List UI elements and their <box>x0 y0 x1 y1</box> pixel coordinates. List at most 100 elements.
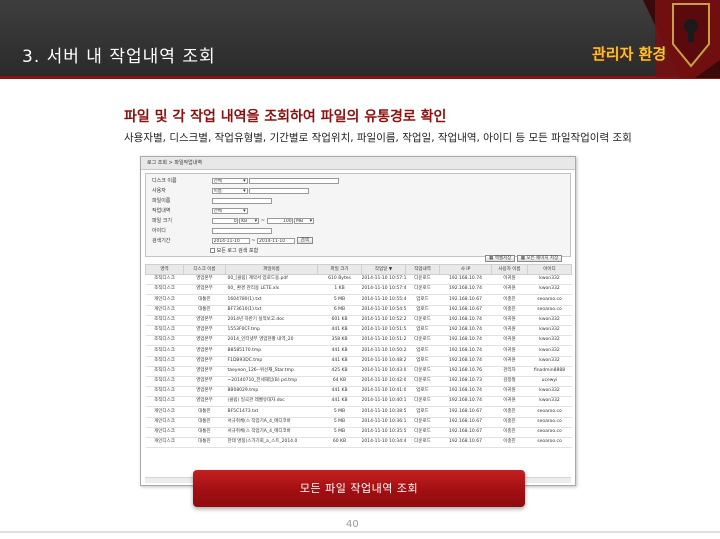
table-row[interactable]: 조직디스크 영업본부 2014_인터넷부 영업현황 내역_20 358 KB 2014-… <box>145 335 572 347</box>
col-header[interactable]: 작업일 ▼ <box>361 264 406 275</box>
table-row[interactable]: 개인디스크 대통진 BF73610(1).txt 6 MB 2014-11-10 10:… <box>145 305 572 316</box>
size-from-input[interactable]: 0 <box>211 217 238 224</box>
table-row[interactable]: 개인디스크 대통진 1604780(1).txt 5 MB 2014-11-10 10:… <box>145 294 572 306</box>
table-cell: 업로드 <box>405 345 440 357</box>
table-cell: 2014-11-10 10:51:57 <box>361 325 406 337</box>
table-cell: 192.168.10.76 <box>439 366 492 377</box>
table-cell: kwon332 <box>527 335 572 347</box>
table-cell: 이귀원 <box>491 284 528 296</box>
table-cell: 425 KB <box>317 366 362 377</box>
col-header[interactable]: 파일 크기 <box>317 264 362 275</box>
view-all-work-history-button[interactable]: 모든 파일 작업내역 조회 <box>193 470 525 507</box>
table-cell: 조직디스크 <box>145 376 184 388</box>
table-row[interactable]: 조직디스크 영업본부 ~20140710_전세재임(B) pd.tmp 64 KB 20… <box>145 376 572 388</box>
file-label: 파일이름 <box>152 198 171 204</box>
table-cell: 2014-11-10 10:54:51 <box>361 305 406 316</box>
table-row[interactable]: 조직디스크 영업본부 00_ 환경 관리용 LETE.xls 1 KB 2014-11-… <box>145 284 572 296</box>
table-cell: 다운로드 <box>405 437 440 449</box>
table-cell: 2014-11-10 10:51:28 <box>361 335 406 347</box>
table-row[interactable]: 개인디스크 대통진 서규취체(스 작업기A_4_메디코바 5 MB 2014-11-10… <box>145 417 572 428</box>
save-all-pages-button[interactable]: ▦ 모든 페이지 저장 <box>516 255 563 262</box>
col-header[interactable]: 파일이름 <box>225 264 318 275</box>
table-cell: 2014-11-10 10:36:14 <box>361 417 406 428</box>
table-row[interactable]: 조직디스크 영업본부 2014년 하반기 실적보고.doc 601 KB 2014-11… <box>145 315 572 326</box>
table-cell: 영업본부 <box>183 315 226 326</box>
table-cell: 조직디스크 <box>145 396 184 408</box>
slide-title: 3. 서버 내 작업내역 조회 <box>22 47 216 67</box>
table-cell: 1 KB <box>317 284 362 296</box>
table-cell: finadmin8888 <box>527 366 572 377</box>
period-row: 검색기간 2014-11-10 ~ 2014-11-10 검색 <box>152 237 313 245</box>
col-header[interactable]: 작업내역 <box>405 264 440 275</box>
table-cell: 다운로드 <box>405 335 440 347</box>
col-header[interactable]: 아이디 <box>527 264 572 275</box>
table-cell: 영업본부 <box>183 345 226 357</box>
id-input[interactable] <box>211 227 272 234</box>
table-cell: 192.168.10.67 <box>439 437 492 449</box>
all-logs-checkbox[interactable] <box>210 248 215 253</box>
table-cell: 이귀원 <box>491 335 528 347</box>
table-row[interactable]: 조직디스크 영업본부 F1DB93DC.tmp 441 KB 2014-11-10 10… <box>145 356 572 367</box>
table-cell: 1604780(1).txt <box>225 294 318 306</box>
table-cell: 192.168.10.74 <box>439 284 492 296</box>
table-cell: seoaroo.co <box>527 427 572 439</box>
table-cell: 조직디스크 <box>145 386 184 398</box>
size-from-unit-select[interactable]: KB <box>239 217 260 224</box>
table-cell: 192.168.10.67 <box>439 427 492 439</box>
excel-save-button[interactable]: ▦ 엑셀저장 <box>485 255 516 262</box>
table-cell: 영업본부 <box>183 396 226 408</box>
size-to-unit-select[interactable]: MB <box>294 217 315 224</box>
table-cell: 64 KB <box>317 376 362 388</box>
search-form: 디스크 이름 전체 사용자 이름 파일이름 작업내역 전체 파일 크기 0 KB… <box>145 173 571 257</box>
table-cell: 다운로드 <box>405 396 440 408</box>
col-header[interactable]: 영역 <box>145 264 184 275</box>
table-cell: 이귀원 <box>491 325 528 337</box>
table-cell: 8B08029.tmp <box>225 386 318 398</box>
table-cell: 다운로드 <box>405 315 440 326</box>
size-to-input[interactable]: 100 <box>266 217 293 224</box>
table-row[interactable]: 조직디스크 영업본부 8B08029.tmp 441 KB 2014-11-10 10:… <box>145 386 572 398</box>
table-row[interactable]: 조직디스크 영업본부 taeyeon_126--위선재_Star.tmp 425 KB… <box>145 366 572 377</box>
table-cell: 5 MB <box>317 406 362 418</box>
table-cell: 60 KB <box>317 437 362 449</box>
table-cell: kwon332 <box>527 396 572 408</box>
user-select[interactable]: 이름 <box>211 187 248 194</box>
table-cell: 이충진 <box>491 305 528 316</box>
table-cell: 영업본부 <box>183 356 226 367</box>
work-select[interactable]: 전체 <box>211 207 248 214</box>
disk-input[interactable] <box>249 177 340 184</box>
option-row: 모든 로그 검색 포함 <box>210 247 258 255</box>
col-header[interactable]: 사용자 이름 <box>491 264 528 275</box>
table-cell: seoaroo.co <box>527 294 572 306</box>
table-cell: 개인디스크 <box>145 406 184 418</box>
user-input[interactable] <box>249 187 310 194</box>
table-cell: 업로드 <box>405 294 440 306</box>
table-row[interactable]: 조직디스크 영업본부 1553F0CF.tmp 441 KB 2014-11-10 10… <box>145 325 572 337</box>
table-row[interactable]: 조직디스크 영업본부 00_[클립] 계약서 업로드용.pdf 610 Bytes 20… <box>145 274 572 286</box>
table-row[interactable]: 개인디스크 대통진 BF5C1473.txt 5 MB 2014-11-10 10:38… <box>145 406 572 418</box>
table-cell: 업로드 <box>405 386 440 398</box>
table-cell: 00_[클립] 계약서 업로드용.pdf <box>225 274 318 286</box>
table-cell: 영업본부 <box>183 284 226 296</box>
table-cell: kwon332 <box>527 325 572 337</box>
work-row: 작업내역 전체 <box>152 207 248 215</box>
table-row[interactable]: 개인디스크 대통진 한데 명칭(스가기회_a_스트_2014.0 60 KB 2014-… <box>145 437 572 449</box>
date-from-input[interactable]: 2014-11-10 <box>211 237 250 244</box>
col-header[interactable]: 디스크 이름 <box>183 264 226 275</box>
table-row[interactable]: 조직디스크 영업본부 (클립) 일곡관 레벨유대자.doc 441 KB 2014-11… <box>145 396 572 408</box>
search-button[interactable]: 검색 <box>296 237 313 244</box>
date-to-input[interactable]: 2014-11-10 <box>256 237 295 244</box>
table-cell: kwon332 <box>527 315 572 326</box>
table-cell: 업로드 <box>405 305 440 316</box>
disk-select[interactable]: 전체 <box>211 177 248 184</box>
table-cell: 대통진 <box>183 437 226 449</box>
table-row[interactable]: 조직디스크 영업본부 B8585170.tmp 441 KB 2014-11-10 10… <box>145 345 572 357</box>
table-cell: 김정철 <box>491 376 528 388</box>
file-input[interactable] <box>211 197 272 204</box>
table-cell: 다운로드 <box>405 417 440 428</box>
table-cell: BF73610(1).txt <box>225 305 318 316</box>
save-all-pages-label: 모든 페이지 저장 <box>526 256 559 261</box>
table-row[interactable]: 개인디스크 대통진 서규취체(스 작업기A_4_메디코바 5 MB 2014-11-10… <box>145 427 572 439</box>
col-header[interactable]: 사 IP <box>439 264 492 275</box>
table-cell: 조직디스크 <box>145 315 184 326</box>
